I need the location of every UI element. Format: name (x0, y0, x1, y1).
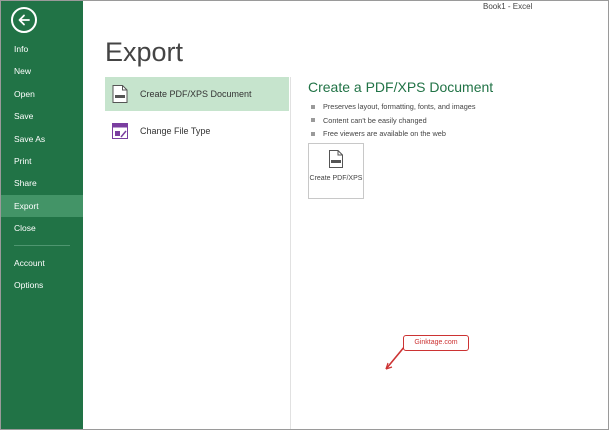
bullet-text: Free viewers are available on the web (323, 129, 446, 139)
nav-item-share[interactable]: Share (1, 172, 83, 194)
nav-separator (14, 244, 70, 246)
bullet-text: Content can't be easily changed (323, 115, 427, 125)
nav-item-account[interactable]: Account (1, 252, 83, 274)
option-create-pdf-xps[interactable]: Create PDF/XPS Document (105, 77, 289, 111)
excel-backstage-window: Info New Open Save Save As Print Share E… (0, 0, 609, 430)
create-pdf-xps-button[interactable]: Create PDF/XPS (308, 143, 364, 199)
option-label: Create PDF/XPS Document (140, 89, 252, 99)
nav-item-print[interactable]: Print (1, 150, 83, 172)
nav-item-open[interactable]: Open (1, 83, 83, 105)
feature-list: Preserves layout, formatting, fonts, and… (311, 100, 476, 141)
nav-item-info[interactable]: Info (1, 38, 83, 60)
list-item: Free viewers are available on the web (311, 127, 476, 141)
backstage-nav: Info New Open Save Save As Print Share E… (1, 38, 83, 296)
list-item: Content can't be easily changed (311, 114, 476, 128)
back-arrow-icon (18, 14, 30, 26)
bullet-icon (311, 131, 315, 136)
page-title: Export (105, 37, 184, 67)
pdf-document-icon (112, 85, 128, 103)
nav-item-options[interactable]: Options (1, 274, 83, 296)
column-divider (290, 77, 291, 429)
back-button[interactable] (11, 7, 37, 33)
watermark-label: Ginktage.com (403, 335, 469, 351)
nav-item-save-as[interactable]: Save As (1, 128, 83, 150)
nav-item-export[interactable]: Export (1, 194, 83, 218)
list-item: Preserves layout, formatting, fonts, and… (311, 100, 476, 114)
nav-item-save[interactable]: Save (1, 105, 83, 127)
create-button-label: Create PDF/XPS (309, 175, 363, 182)
option-change-file-type[interactable]: Change File Type (105, 114, 289, 148)
option-label: Change File Type (140, 126, 211, 136)
nav-item-new[interactable]: New (1, 60, 83, 82)
bullet-icon (311, 118, 315, 123)
bullet-icon (311, 104, 315, 109)
change-file-type-icon (112, 123, 128, 139)
detail-heading: Create a PDF/XPS Document (308, 79, 494, 95)
pdf-document-icon (329, 150, 343, 168)
backstage-sidebar: Info New Open Save Save As Print Share E… (1, 1, 83, 429)
window-title: Book1 - Excel (483, 2, 533, 11)
bullet-text: Preserves layout, formatting, fonts, and… (323, 102, 476, 112)
nav-item-close[interactable]: Close (1, 217, 83, 239)
